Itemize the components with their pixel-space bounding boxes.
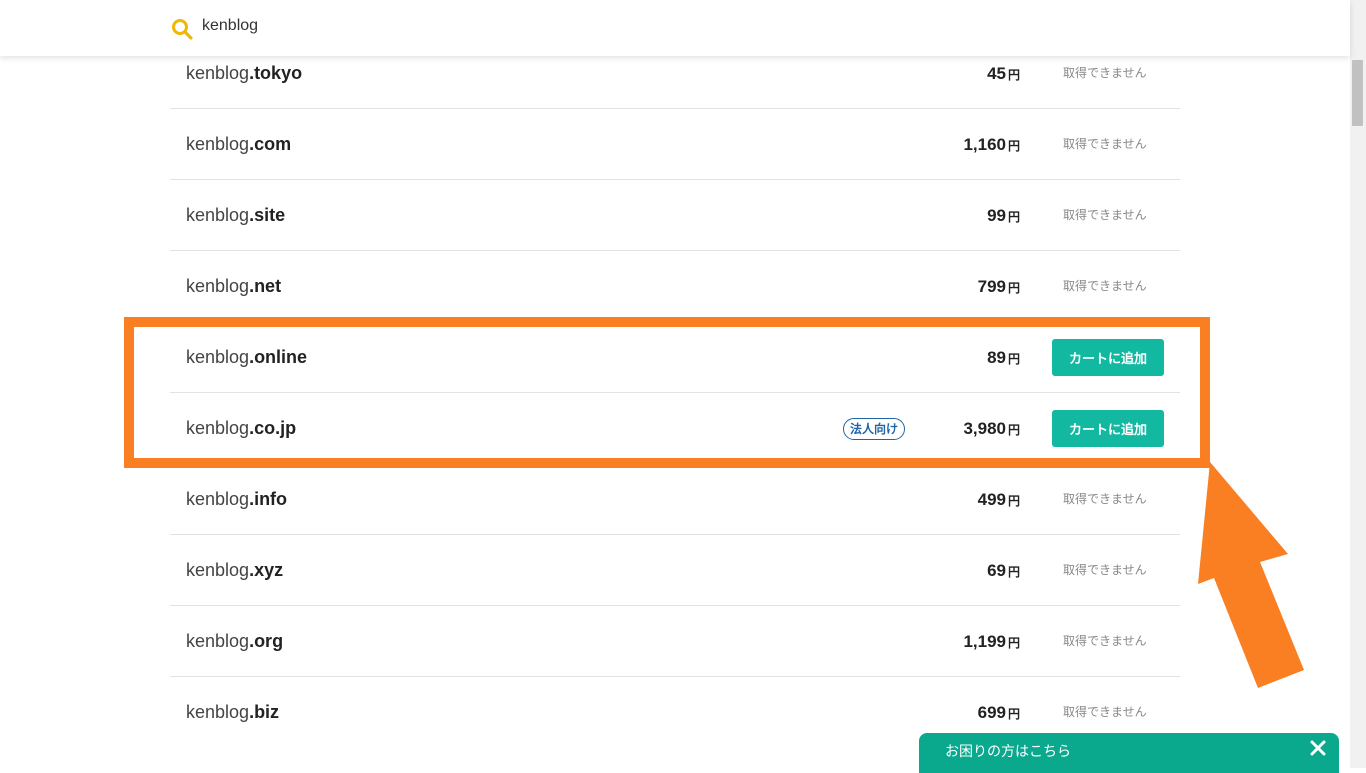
domain-name: kenblog — [186, 631, 250, 651]
domain-price: 69 円 — [987, 535, 1020, 608]
domain-tld: .online — [249, 347, 308, 367]
arrow-up-left-annotation-icon — [1198, 462, 1304, 688]
corporate-badge: 法人向け — [843, 418, 906, 440]
domain-name: kenblog — [186, 418, 250, 438]
price-currency: 円 — [1007, 423, 1020, 437]
domain-label: kenblog.biz — [186, 677, 279, 748]
price-currency: 円 — [1007, 210, 1020, 224]
domain-tld: .net — [249, 276, 282, 296]
domain-results-list: kenblog.tokyo 45 円 取得できません kenblog.com 1,… — [170, 38, 1180, 748]
domain-row: kenblog.org 1,199 円 取得できません — [170, 606, 1180, 677]
price-value: 699 — [977, 703, 1006, 722]
price-value: 99 — [987, 206, 1006, 225]
search-icon[interactable] — [171, 18, 193, 40]
domain-price: 499 円 — [978, 464, 1020, 537]
domain-price: 89 円 — [987, 322, 1020, 395]
domain-tld: .co.jp — [249, 418, 297, 438]
price-currency: 円 — [1007, 636, 1020, 650]
add-to-cart-button[interactable]: カートに追加 — [1052, 410, 1164, 447]
price-value: 45 — [987, 64, 1006, 83]
unavailable-status: 取得できません — [1063, 279, 1147, 293]
domain-row: kenblog.online 89 円 カートに追加 — [170, 322, 1180, 393]
domain-name: kenblog — [186, 205, 250, 225]
domain-price: 799 円 — [978, 251, 1020, 324]
domain-row: kenblog.co.jp 法人向け 3,980 円 カートに追加 — [170, 393, 1180, 464]
price-currency: 円 — [1007, 707, 1020, 721]
price-currency: 円 — [1007, 281, 1020, 295]
domain-price: 99 円 — [987, 180, 1020, 253]
domain-name: kenblog — [186, 489, 250, 509]
domain-label: kenblog.net — [186, 251, 281, 322]
domain-name: kenblog — [186, 63, 250, 83]
unavailable-status: 取得できません — [1063, 137, 1147, 151]
unavailable-status: 取得できません — [1063, 492, 1147, 506]
domain-row: kenblog.net 799 円 取得できません — [170, 251, 1180, 322]
domain-tld: .biz — [249, 702, 280, 722]
price-value: 89 — [987, 348, 1006, 367]
price-currency: 円 — [1007, 352, 1020, 366]
price-value: 499 — [977, 490, 1006, 509]
close-icon[interactable] — [1307, 737, 1329, 759]
unavailable-status: 取得できません — [1063, 634, 1147, 648]
help-bar[interactable]: お困りの方はこちら — [919, 733, 1339, 773]
domain-name: kenblog — [186, 276, 250, 296]
price-value: 799 — [977, 277, 1006, 296]
domain-tld: .xyz — [249, 560, 284, 580]
domain-tld: .tokyo — [249, 63, 303, 83]
scrollbar-thumb[interactable] — [1352, 60, 1363, 126]
price-value: 69 — [987, 561, 1006, 580]
domain-row: kenblog.xyz 69 円 取得できません — [170, 535, 1180, 606]
price-currency: 円 — [1007, 565, 1020, 579]
domain-row: kenblog.site 99 円 取得できません — [170, 180, 1180, 251]
price-currency: 円 — [1007, 494, 1020, 508]
domain-name: kenblog — [186, 560, 250, 580]
domain-tld: .site — [249, 205, 286, 225]
domain-label: kenblog.xyz — [186, 535, 283, 606]
unavailable-status: 取得できません — [1063, 208, 1147, 222]
price-value: 1,199 — [963, 632, 1006, 651]
domain-row: kenblog.info 499 円 取得できません — [170, 464, 1180, 535]
domain-label: kenblog.site — [186, 180, 285, 251]
domain-price: 3,980 円 — [963, 393, 1020, 466]
help-label: お困りの方はこちら — [945, 744, 1071, 760]
unavailable-status: 取得できません — [1063, 563, 1147, 577]
domain-label: kenblog.info — [186, 464, 287, 535]
domain-label: kenblog.online — [186, 322, 307, 393]
domain-price: 1,160 円 — [963, 109, 1020, 182]
add-to-cart-button[interactable]: カートに追加 — [1052, 339, 1164, 376]
search-input[interactable] — [202, 17, 602, 35]
domain-tld: .com — [249, 134, 292, 154]
price-value: 1,160 — [963, 135, 1006, 154]
domain-row: kenblog.com 1,160 円 取得できません — [170, 109, 1180, 180]
domain-tld: .info — [249, 489, 288, 509]
domain-label: kenblog.com — [186, 109, 291, 180]
price-currency: 円 — [1007, 68, 1020, 82]
domain-name: kenblog — [186, 702, 250, 722]
domain-tld: .org — [249, 631, 284, 651]
domain-label: kenblog.org — [186, 606, 283, 677]
price-value: 3,980 — [963, 419, 1006, 438]
domain-label: kenblog.co.jp — [186, 393, 296, 464]
domain-name: kenblog — [186, 134, 250, 154]
domain-name: kenblog — [186, 347, 250, 367]
price-currency: 円 — [1007, 139, 1020, 153]
domain-price: 1,199 円 — [963, 606, 1020, 679]
search-header — [0, 0, 1350, 56]
